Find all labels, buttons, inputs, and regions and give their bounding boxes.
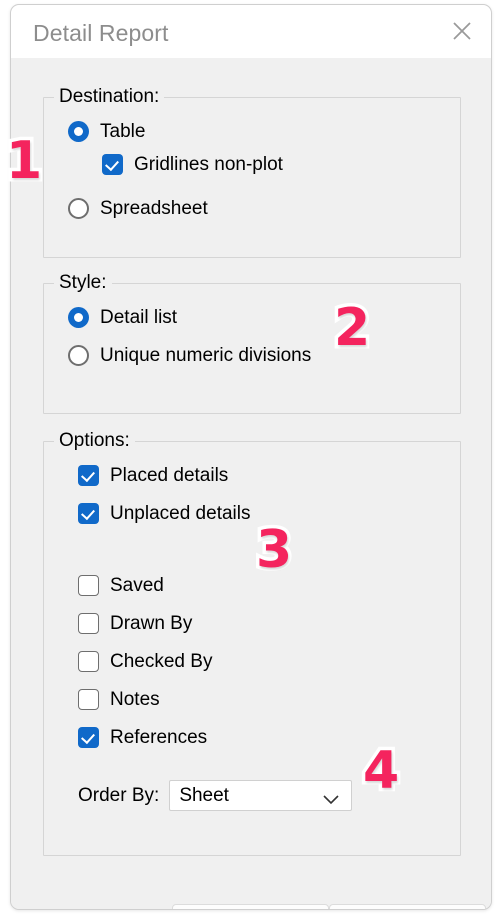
checkbox-drawn-by-label: Drawn By bbox=[110, 613, 193, 634]
close-button[interactable] bbox=[441, 11, 483, 51]
order-by-label: Order By: bbox=[78, 784, 160, 806]
checkbox-indicator-unchecked bbox=[78, 651, 99, 672]
annotation-marker-3: 3 bbox=[252, 520, 295, 580]
radio-spreadsheet-label: Spreadsheet bbox=[100, 198, 208, 219]
checkbox-indicator-unchecked bbox=[78, 689, 99, 710]
radio-spreadsheet[interactable]: Spreadsheet bbox=[68, 198, 208, 219]
close-icon bbox=[451, 20, 473, 42]
radio-indicator-unselected bbox=[68, 198, 89, 219]
checkbox-notes[interactable]: Notes bbox=[78, 689, 160, 710]
radio-detail-list[interactable]: Detail list bbox=[68, 307, 177, 328]
options-legend: Options: bbox=[54, 431, 135, 451]
radio-indicator-selected bbox=[68, 121, 89, 142]
annotation-marker-1: 1 bbox=[2, 131, 45, 191]
checkbox-unplaced-details[interactable]: Unplaced details bbox=[78, 503, 250, 524]
radio-indicator-selected bbox=[68, 307, 89, 328]
radio-indicator-unselected bbox=[68, 345, 89, 366]
style-group: Style: Detail list Unique numeric divisi… bbox=[43, 273, 461, 414]
style-legend: Style: bbox=[54, 273, 112, 293]
checkbox-indicator-checked bbox=[78, 727, 99, 748]
checkbox-indicator-checked bbox=[78, 465, 99, 486]
ok-button[interactable]: OK bbox=[172, 904, 329, 909]
checkbox-indicator-unchecked bbox=[78, 575, 99, 596]
checkbox-gridlines-label: Gridlines non-plot bbox=[134, 154, 283, 175]
dialog-body: Destination: Table Gridlines non-plot Sp… bbox=[11, 58, 491, 909]
radio-unique-numeric-divisions-label: Unique numeric divisions bbox=[100, 345, 312, 366]
checkbox-gridlines-non-plot[interactable]: Gridlines non-plot bbox=[102, 154, 283, 175]
order-by-select[interactable]: Sheet bbox=[169, 780, 353, 811]
annotation-marker-4: 4 bbox=[359, 741, 402, 801]
checkbox-indicator-checked bbox=[102, 154, 123, 175]
checkbox-placed-details-label: Placed details bbox=[110, 465, 229, 486]
destination-group: Destination: Table Gridlines non-plot Sp… bbox=[43, 87, 461, 258]
radio-unique-numeric-divisions[interactable]: Unique numeric divisions bbox=[68, 345, 311, 366]
checkbox-checked-by-label: Checked By bbox=[110, 651, 213, 672]
chevron-down-icon bbox=[323, 792, 339, 810]
checkbox-references[interactable]: References bbox=[78, 727, 207, 748]
dialog-titlebar: Detail Report bbox=[11, 5, 491, 58]
checkbox-checked-by[interactable]: Checked By bbox=[78, 651, 212, 672]
radio-detail-list-label: Detail list bbox=[100, 307, 178, 328]
checkbox-drawn-by[interactable]: Drawn By bbox=[78, 613, 192, 634]
detail-report-dialog: Detail Report Destination: Table Gridlin… bbox=[10, 4, 492, 910]
checkbox-saved[interactable]: Saved bbox=[78, 575, 164, 596]
destination-legend: Destination: bbox=[54, 87, 165, 107]
checkbox-references-label: References bbox=[110, 727, 208, 748]
radio-table[interactable]: Table bbox=[68, 121, 145, 142]
checkbox-indicator-checked bbox=[78, 503, 99, 524]
order-by-value: Sheet bbox=[179, 784, 229, 806]
checkbox-unplaced-details-label: Unplaced details bbox=[110, 503, 251, 524]
cancel-button[interactable]: Cancel bbox=[329, 904, 486, 909]
radio-table-label: Table bbox=[100, 121, 146, 142]
annotation-marker-2: 2 bbox=[330, 298, 373, 358]
dialog-title: Detail Report bbox=[33, 20, 169, 46]
checkbox-placed-details[interactable]: Placed details bbox=[78, 465, 228, 486]
checkbox-notes-label: Notes bbox=[110, 689, 160, 710]
checkbox-indicator-unchecked bbox=[78, 613, 99, 634]
checkbox-saved-label: Saved bbox=[110, 575, 164, 596]
order-by-row: Order By: Sheet bbox=[78, 780, 353, 811]
